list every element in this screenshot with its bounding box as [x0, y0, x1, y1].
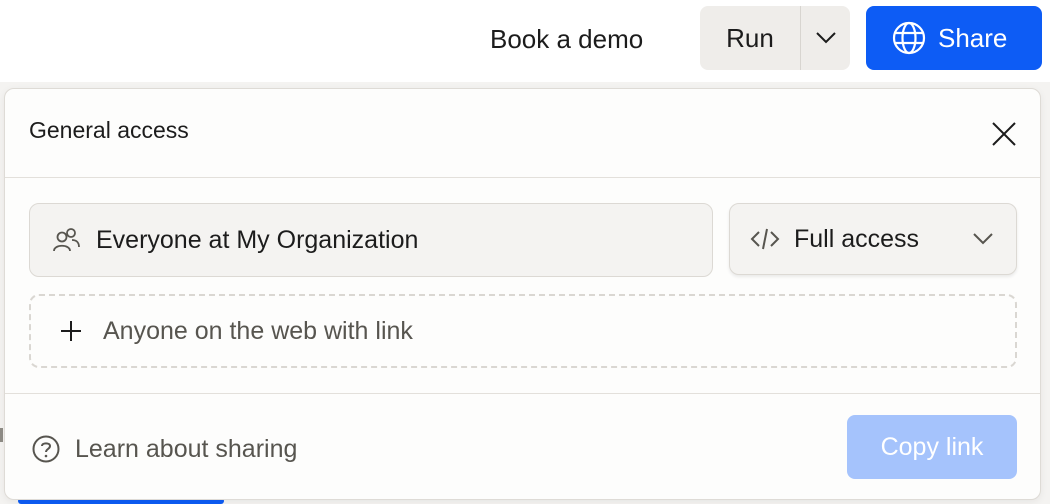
- access-dropdown-chevron: [972, 232, 994, 246]
- plus-icon: [61, 321, 81, 341]
- close-icon: [992, 122, 1016, 146]
- learn-about-sharing-label: Learn about sharing: [75, 434, 298, 463]
- organization-access-field[interactable]: Everyone at My Organization: [29, 203, 713, 277]
- run-button[interactable]: Run: [700, 6, 800, 70]
- book-demo-link[interactable]: Book a demo: [478, 14, 655, 64]
- run-dropdown-button[interactable]: [801, 6, 850, 70]
- question-circle-icon: [32, 435, 60, 463]
- organization-label: Everyone at My Organization: [96, 225, 419, 254]
- copy-link-button[interactable]: Copy link: [847, 415, 1017, 479]
- add-web-access-label: Anyone on the web with link: [103, 316, 413, 345]
- share-button[interactable]: Share: [866, 6, 1042, 70]
- learn-about-sharing-link[interactable]: Learn about sharing: [31, 429, 297, 469]
- users-icon: [53, 228, 80, 252]
- popover-title: General access: [29, 117, 189, 143]
- share-popover: General access Everyone at My Organizati…: [4, 88, 1041, 500]
- footer-divider: [5, 393, 1040, 394]
- close-button[interactable]: [987, 117, 1021, 151]
- top-toolbar: Book a demo Run Share: [0, 0, 1050, 82]
- code-icon: [750, 228, 780, 250]
- popover-header: General access: [5, 89, 1040, 178]
- access-level-select[interactable]: Full access: [729, 203, 1017, 275]
- access-level-value: Full access: [794, 224, 920, 253]
- run-button-group: Run: [700, 6, 850, 70]
- chevron-down-icon: [815, 32, 836, 44]
- background-divider: [0, 428, 3, 442]
- add-web-access-button[interactable]: Anyone on the web with link: [29, 294, 1017, 368]
- globe-icon: [892, 21, 926, 55]
- chevron-down-icon: [973, 233, 993, 245]
- share-label: Share: [938, 22, 1008, 53]
